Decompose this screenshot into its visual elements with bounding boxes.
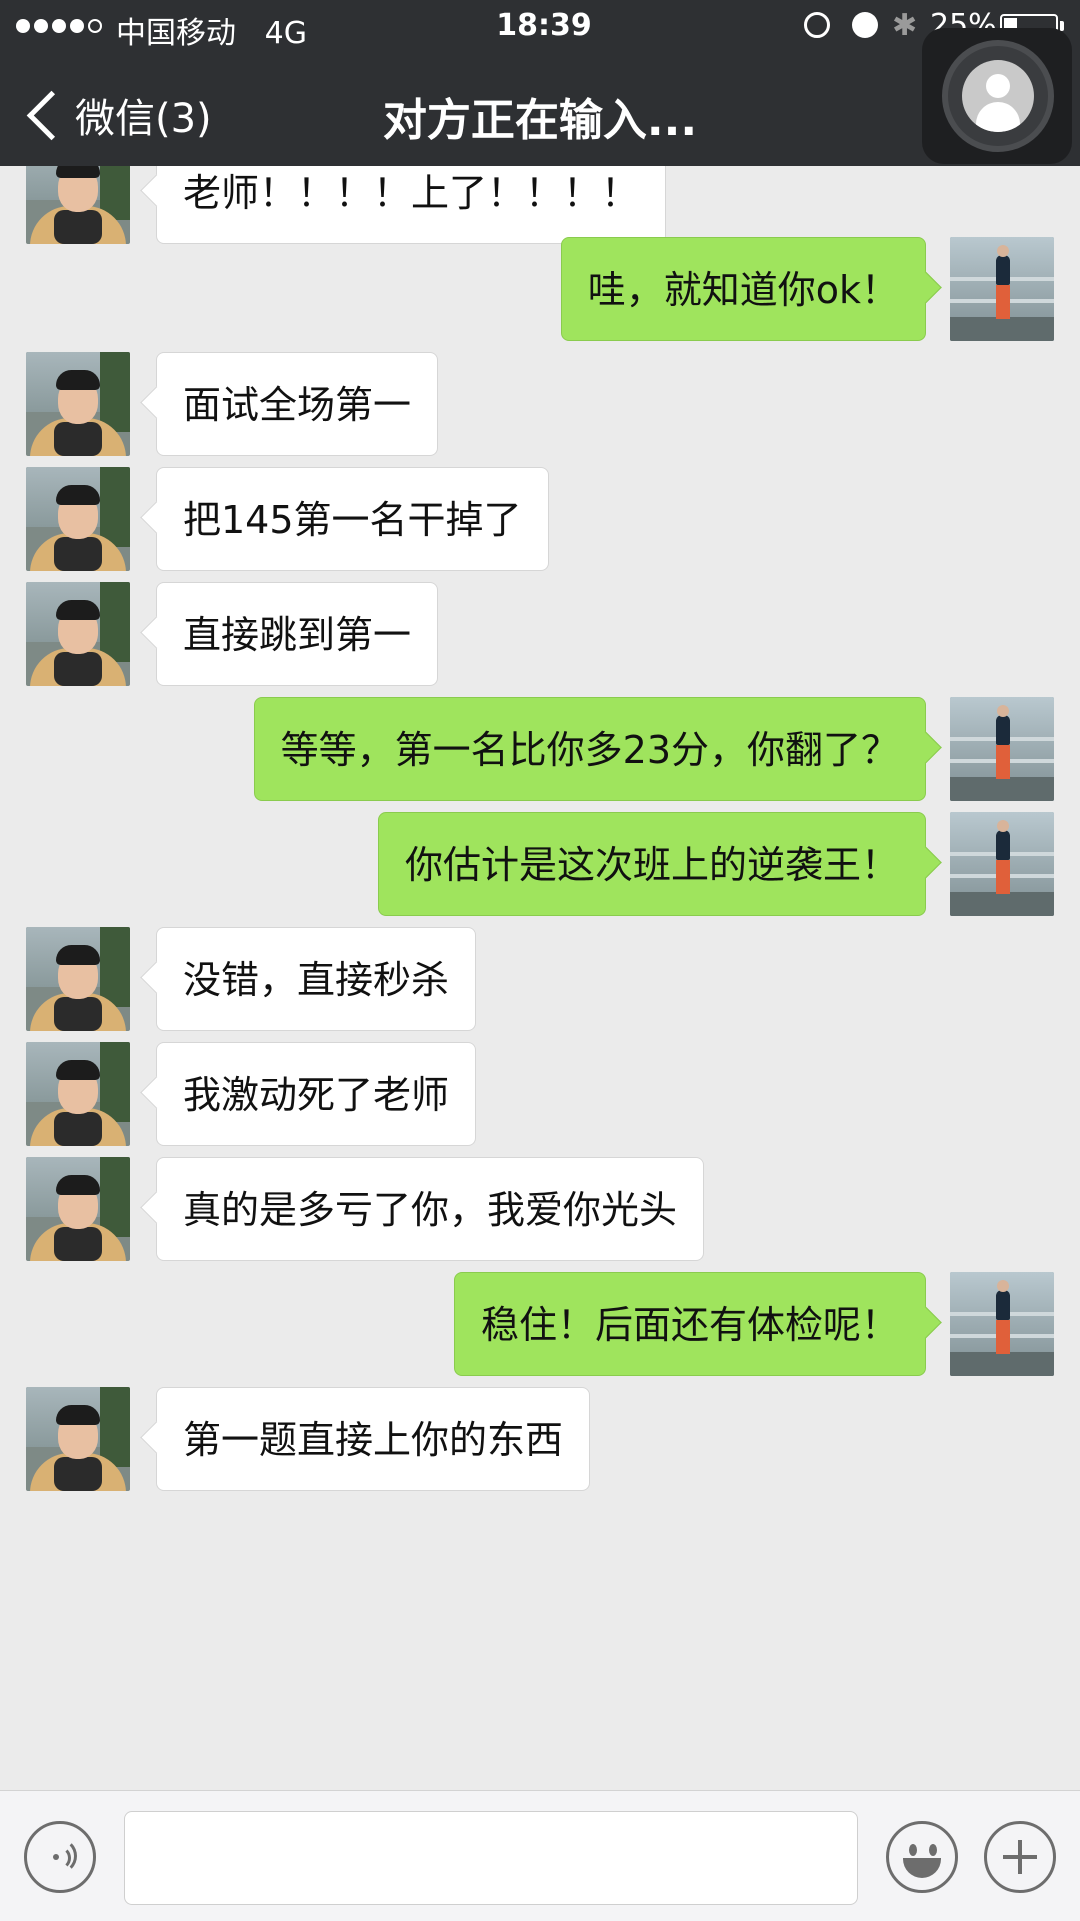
message-bubble[interactable]: 稳住！后面还有体检呢！ [453,1272,926,1376]
incoming-message: 第一题直接上你的东西 [0,1387,1080,1491]
message-list[interactable]: 老师！！！！上了！！！！ 哇，就知道你ok！ 面试全场第一把145第一名干掉了 直接跳… [0,166,1080,1790]
my-avatar[interactable] [950,812,1054,916]
contact-avatar[interactable] [26,1042,130,1146]
message-bubble[interactable]: 面试全场第一 [156,352,439,456]
person-icon [962,60,1034,132]
message-bubble[interactable]: 老师！！！！上了！！！！ [156,166,667,244]
profile-button[interactable] [922,28,1072,164]
incoming-message: 老师！！！！上了！！！！ [0,166,1080,244]
outgoing-message: 等等，第一名比你多23分，你翻了？ [0,697,1080,801]
incoming-message: 直接跳到第一 [0,582,1080,686]
outgoing-message: 稳住！后面还有体检呢！ [0,1272,1080,1376]
profile-ring [942,40,1054,152]
status-time: 18:39 [496,8,592,43]
contact-avatar[interactable] [26,352,130,456]
bluetooth-icon: ✱ [892,8,918,43]
incoming-message: 真的是多亏了你，我爱你光头 [0,1157,1080,1261]
contact-avatar[interactable] [26,1387,130,1491]
message-bubble[interactable]: 把145第一名干掉了 [156,467,549,571]
rotation-lock-icon [804,12,830,38]
incoming-message: 面试全场第一 [0,352,1080,456]
chat-title: 对方正在输入... [382,95,698,146]
message-bubble[interactable]: 直接跳到第一 [156,582,439,686]
incoming-message: 把145第一名干掉了 [0,467,1080,571]
outgoing-message: 哇，就知道你ok！ [0,237,1080,341]
more-options-button[interactable] [984,1821,1056,1893]
my-avatar[interactable] [950,697,1054,801]
message-bubble[interactable]: 等等，第一名比你多23分，你翻了？ [253,697,926,801]
outgoing-message: 你估计是这次班上的逆袭王！ [0,812,1080,916]
emoji-button[interactable] [886,1821,958,1893]
message-bubble[interactable]: 你估计是这次班上的逆袭王！ [377,812,926,916]
battery-tip [1060,21,1064,31]
emoji-icon [909,1844,917,1856]
my-avatar[interactable] [950,237,1054,341]
my-avatar[interactable] [950,1272,1054,1376]
message-bubble[interactable]: 真的是多亏了你，我爱你光头 [156,1157,705,1261]
contact-avatar[interactable] [26,1157,130,1261]
status-bar: 中国移动 4G 18:39 ✱ 25% [0,0,1080,54]
voice-input-button[interactable] [24,1821,96,1893]
message-bubble[interactable]: 没错，直接秒杀 [156,927,477,1031]
message-input[interactable] [124,1811,858,1905]
input-bar [0,1790,1080,1921]
contact-avatar[interactable] [26,582,130,686]
message-bubble[interactable]: 我激动死了老师 [156,1042,477,1146]
incoming-message: 我激动死了老师 [0,1042,1080,1146]
contact-avatar[interactable] [26,166,130,244]
incoming-message: 没错，直接秒杀 [0,927,1080,1031]
chat-header: 中国移动 4G 18:39 ✱ 25% 微信(3) 对方正在输入... [0,0,1080,166]
message-bubble[interactable]: 第一题直接上你的东西 [156,1387,591,1491]
alarm-icon [852,12,878,38]
message-bubble[interactable]: 哇，就知道你ok！ [560,237,926,341]
contact-avatar[interactable] [26,467,130,571]
contact-avatar[interactable] [26,927,130,1031]
